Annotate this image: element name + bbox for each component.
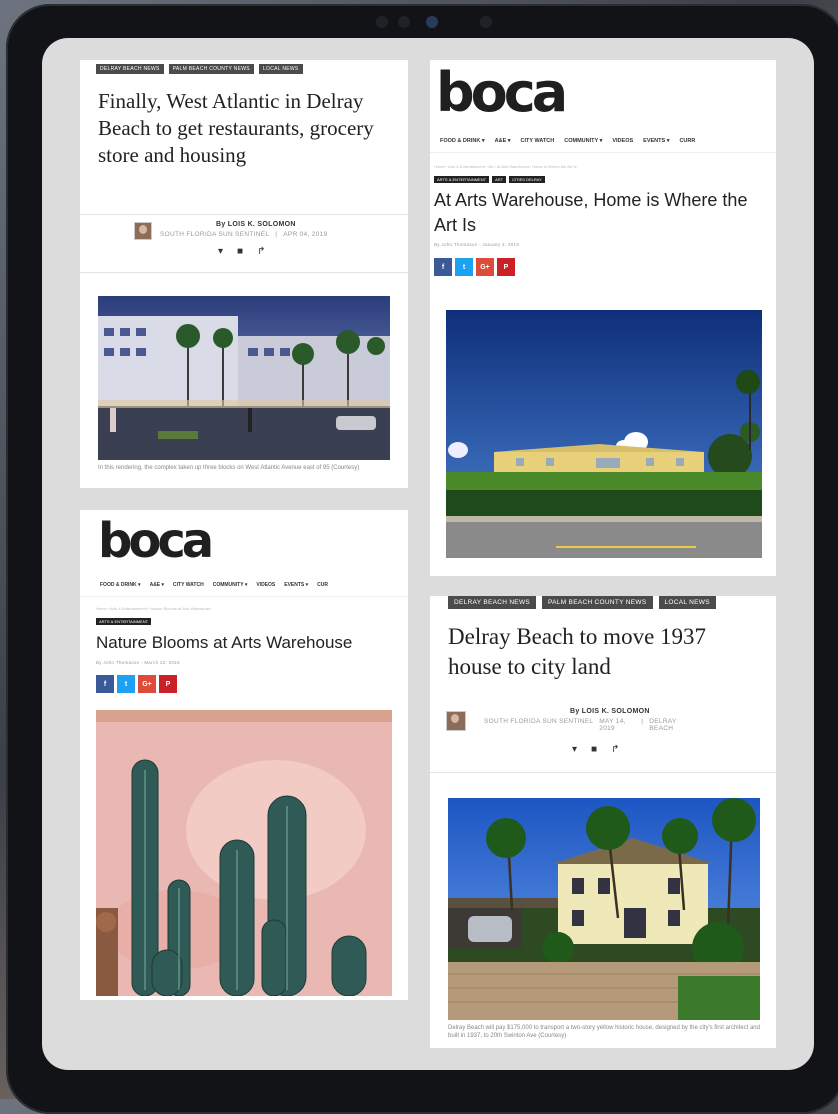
top-nav: FOOD & DRINK ▾ A&E ▾ CITY WATCH COMMUNIT… xyxy=(100,582,328,588)
article-headline[interactable]: At Arts Warehouse, Home is Where the Art… xyxy=(434,188,764,238)
breadcrumb[interactable]: Home › Arts & Entertainment › Nature Blo… xyxy=(96,606,211,611)
tag-art[interactable]: ART xyxy=(492,176,507,183)
divider xyxy=(80,214,408,215)
nav-events[interactable]: EVENTS ▾ xyxy=(284,582,308,588)
top-nav: FOOD & DRINK ▾ A&E ▾ CITY WATCH COMMUNIT… xyxy=(440,138,695,144)
nav-city-watch[interactable]: CITY WATCH xyxy=(173,582,204,588)
nav-ae[interactable]: A&E ▾ xyxy=(495,138,511,144)
twitter-icon[interactable]: ▾ xyxy=(572,744,577,755)
facebook-icon[interactable]: ■ xyxy=(591,744,597,755)
nav-videos[interactable]: VIDEOS xyxy=(256,582,275,588)
twitter-icon[interactable]: t xyxy=(455,258,473,276)
image-caption: In this rendering, the complex taken up … xyxy=(98,465,360,471)
facebook-icon[interactable]: f xyxy=(434,258,452,276)
publish-date: APR 04, 2019 xyxy=(283,231,328,238)
nav-food-drink[interactable]: FOOD & DRINK ▾ xyxy=(100,582,141,588)
boca-logo[interactable]: boca xyxy=(436,60,568,126)
share-icon[interactable]: ↱ xyxy=(257,246,265,257)
article-headline[interactable]: Delray Beach to move 1937 house to city … xyxy=(448,622,758,682)
tag-palm-beach-county-news[interactable]: PALM BEACH COUNTY NEWS xyxy=(168,64,254,74)
tag-palm-beach-county-news[interactable]: PALM BEACH COUNTY NEWS xyxy=(542,596,653,609)
tag-arts-entertainment[interactable]: ARTS & ENTERTAINMENT xyxy=(96,618,152,625)
article-image-house[interactable] xyxy=(448,798,760,1020)
boca-logo[interactable]: boca xyxy=(98,510,214,572)
share-buttons: ▾ ■ ↱ xyxy=(572,744,619,755)
facebook-icon[interactable]: f xyxy=(96,675,114,693)
pinterest-icon[interactable]: P xyxy=(159,675,177,693)
article-image-cactus-painting[interactable] xyxy=(96,710,392,996)
nav-current[interactable]: CUR xyxy=(317,582,328,588)
twitter-icon[interactable]: t xyxy=(117,675,135,693)
article-card-arts-warehouse-home[interactable]: boca FOOD & DRINK ▾ A&E ▾ CITY WATCH COM… xyxy=(430,60,776,576)
social-share: f t G+ P xyxy=(434,258,515,276)
author-byline[interactable]: By LOIS K. SOLOMON xyxy=(216,221,296,228)
author-byline[interactable]: By LOIS K. SOLOMON xyxy=(570,708,650,715)
category-tags: DELRAY BEACH NEWS PALM BEACH COUNTY NEWS… xyxy=(448,596,716,609)
tag-delray-beach-news[interactable]: DELRAY BEACH NEWS xyxy=(96,64,164,74)
article-card-1937-house[interactable]: DELRAY BEACH NEWS PALM BEACH COUNTY NEWS… xyxy=(430,596,776,1048)
divider xyxy=(80,596,408,597)
facebook-icon[interactable]: ■ xyxy=(237,246,243,257)
byline-meta: SOUTH FLORIDA SUN SENTINEL | APR 04, 201… xyxy=(160,231,328,238)
google-plus-icon[interactable]: G+ xyxy=(138,675,156,693)
article-image-warehouse[interactable] xyxy=(446,310,762,558)
camera-bar xyxy=(376,16,494,30)
author-byline[interactable]: By John Thomason - January 3, 2019 xyxy=(434,242,519,247)
article-card-nature-blooms[interactable]: boca FOOD & DRINK ▾ A&E ▾ CITY WATCH COM… xyxy=(80,510,408,1000)
article-image-rendering[interactable] xyxy=(98,296,390,460)
social-share: f t G+ P xyxy=(96,675,177,693)
nav-events[interactable]: EVENTS ▾ xyxy=(643,138,669,144)
author-avatar xyxy=(134,222,152,240)
nav-community[interactable]: COMMUNITY ▾ xyxy=(564,138,602,144)
category-tags: ARTS & ENTERTAINMENT xyxy=(96,618,152,625)
share-icon[interactable]: ↱ xyxy=(611,744,619,755)
category-tags: DELRAY BEACH NEWS PALM BEACH COUNTY NEWS… xyxy=(96,64,303,74)
share-buttons: ▾ ■ ↱ xyxy=(218,246,265,257)
source-label: SOUTH FLORIDA SUN SENTINEL xyxy=(160,231,270,238)
source-label: SOUTH FLORIDA SUN SENTINEL xyxy=(484,718,594,725)
nav-current[interactable]: CURR xyxy=(679,138,695,144)
author-avatar xyxy=(446,711,466,731)
article-card-west-atlantic[interactable]: DELRAY BEACH NEWS PALM BEACH COUNTY NEWS… xyxy=(80,60,408,488)
tag-local-news[interactable]: LOCAL NEWS xyxy=(658,596,716,609)
nav-city-watch[interactable]: CITY WATCH xyxy=(521,138,555,144)
tag-local-news[interactable]: LOCAL NEWS xyxy=(258,64,303,74)
divider xyxy=(430,772,776,773)
category-tags: ARTS & ENTERTAINMENT ART CITIES DELRAY xyxy=(434,176,545,183)
tag-arts-entertainment[interactable]: ARTS & ENTERTAINMENT xyxy=(434,176,490,183)
pinterest-icon[interactable]: P xyxy=(497,258,515,276)
breadcrumb[interactable]: Home › Arts & Entertainment › Art › At A… xyxy=(434,164,577,169)
nav-ae[interactable]: A&E ▾ xyxy=(150,582,164,588)
google-plus-icon[interactable]: G+ xyxy=(476,258,494,276)
nav-community[interactable]: COMMUNITY ▾ xyxy=(213,582,248,588)
divider xyxy=(80,272,408,273)
tag-delray-beach-news[interactable]: DELRAY BEACH NEWS xyxy=(448,596,537,609)
tablet-screen: DELRAY BEACH NEWS PALM BEACH COUNTY NEWS… xyxy=(42,38,814,1070)
author-byline[interactable]: By John Thomason - March 22, 2019 xyxy=(96,660,180,665)
nav-videos[interactable]: VIDEOS xyxy=(612,138,633,144)
image-caption: Delray Beach will pay $175,000 to transp… xyxy=(448,1025,760,1039)
article-headline[interactable]: Nature Blooms at Arts Warehouse xyxy=(96,632,396,654)
publish-date: MAY 14, 2019 xyxy=(599,718,626,732)
twitter-icon[interactable]: ▾ xyxy=(218,246,223,257)
divider xyxy=(430,152,776,153)
nav-food-drink[interactable]: FOOD & DRINK ▾ xyxy=(440,138,485,144)
byline-meta: SOUTH FLORIDA SUN SENTINEL MAY 14, 2019 … xyxy=(484,718,689,732)
tag-cities-delray[interactable]: CITIES DELRAY xyxy=(509,176,545,183)
location-label: DELRAY BEACH xyxy=(649,718,677,732)
article-headline[interactable]: Finally, West Atlantic in Delray Beach t… xyxy=(98,88,388,169)
